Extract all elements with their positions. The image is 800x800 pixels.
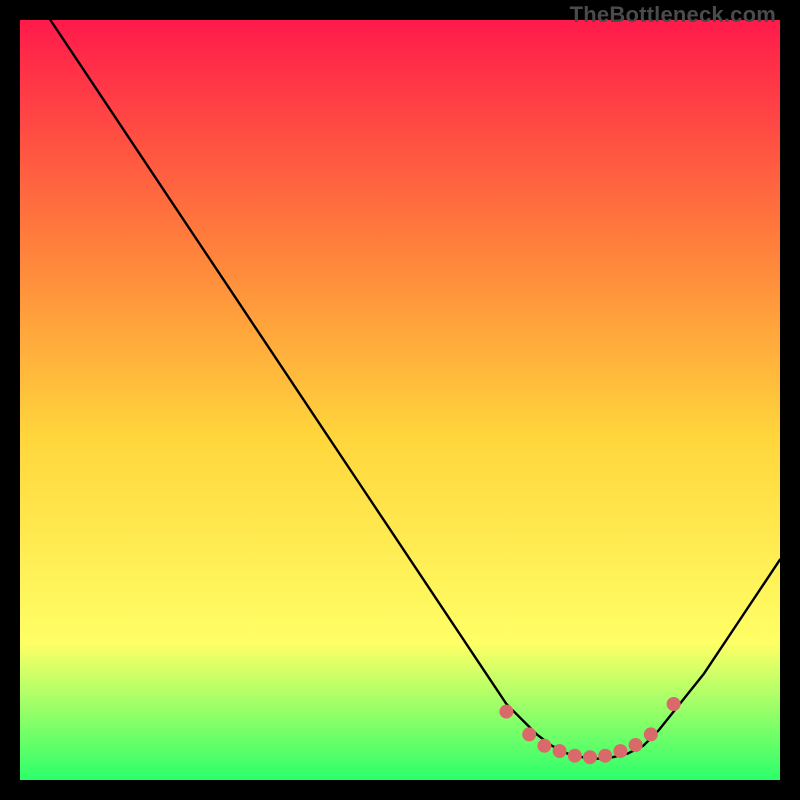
marker-dot xyxy=(499,705,513,719)
marker-dot xyxy=(629,738,643,752)
watermark-text: TheBottleneck.com xyxy=(570,2,776,28)
bottleneck-chart xyxy=(20,20,780,780)
chart-frame xyxy=(20,20,780,780)
gradient-background xyxy=(20,20,780,780)
marker-dot xyxy=(667,697,681,711)
marker-dot xyxy=(598,749,612,763)
marker-dot xyxy=(537,739,551,753)
marker-dot xyxy=(583,750,597,764)
marker-dot xyxy=(613,744,627,758)
marker-dot xyxy=(553,744,567,758)
marker-dot xyxy=(644,727,658,741)
marker-dot xyxy=(568,749,582,763)
marker-dot xyxy=(522,727,536,741)
